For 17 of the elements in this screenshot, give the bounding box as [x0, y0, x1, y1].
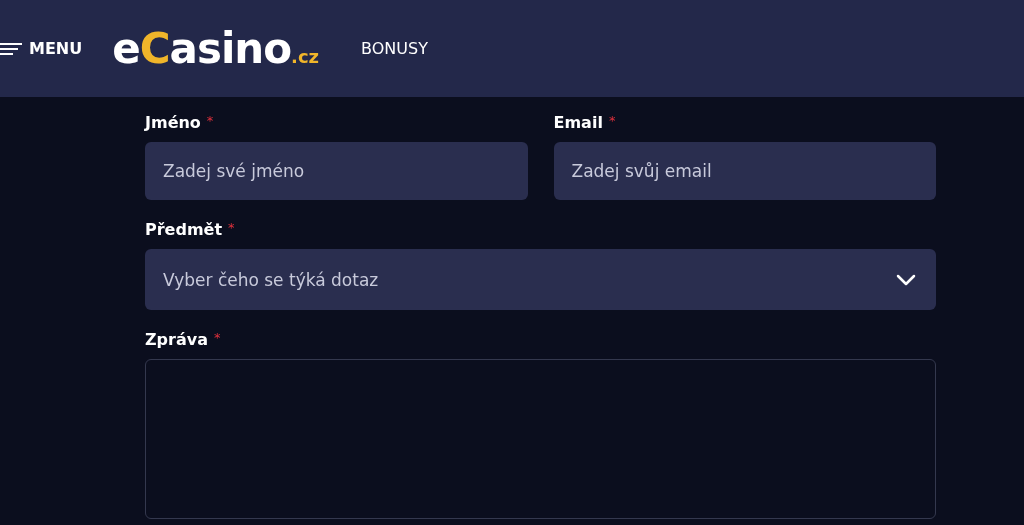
message-field[interactable]	[145, 359, 936, 519]
field-label: Email	[553, 113, 603, 132]
menu-icon	[0, 41, 22, 56]
menu-button[interactable]: MENU	[0, 39, 83, 58]
required-mark: *	[213, 330, 221, 345]
logo[interactable]: eCasino.cz	[112, 24, 320, 73]
nav-link[interactable]: BONUSY	[361, 39, 428, 58]
text-field[interactable]: Zadej svůj email	[553, 142, 936, 200]
chevron-down-icon	[896, 273, 916, 286]
field-label: Předmět	[145, 220, 223, 239]
select-field[interactable]: Vyber čeho se týká dotaz	[145, 249, 936, 310]
required-mark: *	[608, 113, 616, 128]
required-mark: *	[206, 113, 214, 128]
field-label: Jméno	[145, 113, 201, 132]
field-label: Zpráva	[145, 330, 208, 349]
text-field[interactable]: Zadej své jméno	[145, 142, 528, 200]
required-mark: *	[228, 220, 235, 235]
